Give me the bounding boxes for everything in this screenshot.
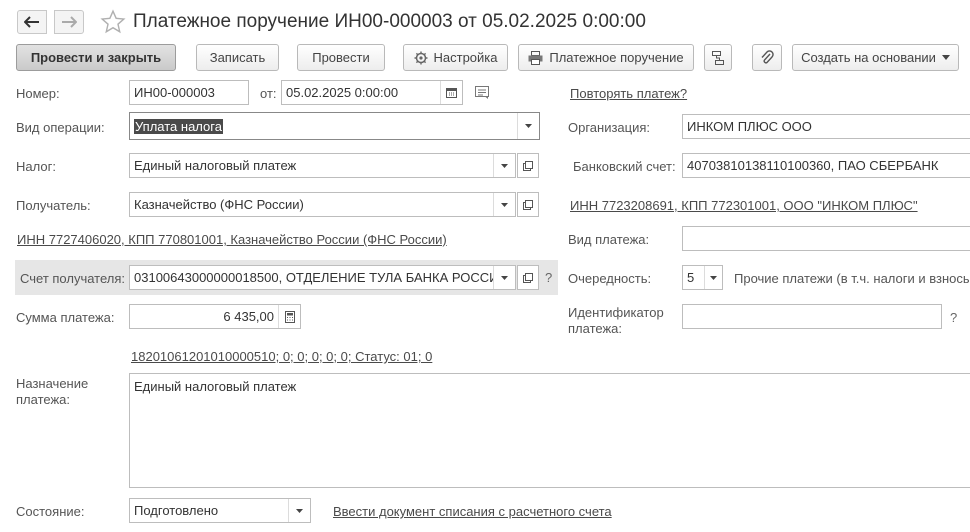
purpose-label-line2: платежа: [16,392,70,407]
post-button[interactable]: Провести [297,44,385,71]
dropdown-arrow-icon [941,55,950,60]
recipient-account-value: 03100643000000018500, ОТДЕЛЕНИЕ ТУЛА БАН… [134,270,493,285]
document-structure-icon [712,50,724,65]
enter-writeoff-document-link[interactable]: Ввести документ списания с расчетного сч… [333,504,612,519]
chevron-down-icon [501,202,508,207]
status-select[interactable]: Подготовлено [129,498,311,523]
settings-button[interactable]: Настройка [403,44,508,71]
recipient-inn-link[interactable]: ИНН 7727406020, КПП 770801001, Казначейс… [17,232,447,247]
payment-id-label-line1: Идентификатор [568,305,664,320]
calendar-icon [446,88,457,98]
operation-type-dropdown[interactable] [517,113,539,139]
chevron-down-icon [296,508,303,513]
operation-type-value: Уплата налога [134,118,223,134]
amount-field[interactable]: 6 435,00 [129,304,301,329]
number-label: Номер: [16,86,60,101]
recipient-label: Получатель: [16,198,91,213]
payment-id-help-icon[interactable]: ? [950,310,957,325]
operation-type-select[interactable]: Уплата налога [129,112,540,140]
bank-account-value: 40703810138110100360, ПАО СБЕРБАНК [687,158,939,173]
amount-label: Сумма платежа: [16,310,115,325]
payment-id-label-line2: платежа: [568,321,622,336]
organization-value: ИНКОМ ПЛЮС ООО [687,119,812,134]
chevron-down-icon [501,275,508,280]
recipient-account-help-icon[interactable]: ? [545,270,552,285]
bank-account-label: Банковский счет: [573,159,676,174]
window-title: Платежное поручение ИН00-000003 от 05.02… [133,11,646,32]
date-value: 05.02.2025 0:00:00 [286,85,399,100]
purpose-textarea[interactable]: Единый налоговый платеж [129,373,970,488]
priority-value: 5 [687,270,695,285]
back-button[interactable] [17,10,47,34]
payment-id-field[interactable] [682,304,942,329]
tax-label: Налог: [16,159,56,174]
recipient-account-label: Счет получателя: [20,271,126,286]
number-field[interactable]: ИН00-000003 [129,80,249,105]
priority-label: Очередность: [568,271,652,286]
gear-icon [414,51,427,64]
recipient-value: Казначейство (ФНС России) [134,197,304,212]
open-window-icon [523,199,533,210]
printer-icon [528,50,543,65]
payment-type-field[interactable] [682,226,970,251]
chevron-down-icon [710,275,717,280]
comment-icon[interactable] [475,86,491,103]
save-button[interactable]: Записать [196,44,279,71]
create-based-on-label: Создать на основании [801,50,936,65]
operation-type-label: Вид операции: [16,120,105,135]
organization-label: Организация: [568,120,651,135]
recipient-select[interactable]: Казначейство (ФНС России) [129,192,516,217]
arrow-right-icon [62,16,77,28]
paperclip-icon [761,49,774,63]
recipient-account-open-button[interactable] [517,265,539,290]
create-based-on-button[interactable]: Создать на основании [792,44,959,71]
recipient-account-select[interactable]: 03100643000000018500, ОТДЕЛЕНИЕ ТУЛА БАН… [129,265,516,290]
kbk-details-link[interactable]: 18201061201010000510; 0; 0; 0; 0; 0; Ста… [131,349,432,364]
post-and-close-button[interactable]: Провести и закрыть [16,44,176,71]
settings-label: Настройка [433,50,498,65]
amount-value: 6 435,00 [223,309,274,324]
number-value: ИН00-000003 [134,85,215,100]
open-window-icon [523,272,533,283]
recipient-account-dropdown[interactable] [493,266,515,289]
status-label: Состояние: [16,504,85,519]
tax-value: Единый налоговый платеж [134,158,297,173]
date-field[interactable]: 05.02.2025 0:00:00 [281,80,463,105]
priority-dropdown[interactable] [704,266,722,289]
recipient-dropdown[interactable] [493,193,515,216]
tax-open-button[interactable] [517,153,539,178]
arrow-left-icon [24,16,39,28]
recipient-open-button[interactable] [517,192,539,217]
chevron-down-icon [501,163,508,168]
chevron-down-icon [525,124,532,128]
tax-dropdown[interactable] [493,154,515,177]
attach-file-button[interactable] [752,44,782,71]
favorite-star-icon[interactable] [100,9,126,38]
structure-button[interactable] [704,44,732,71]
priority-description: Прочие платежи (в т.ч. налоги и взносы) [734,271,970,286]
repeat-payment-link[interactable]: Повторять платеж? [570,86,687,101]
purpose-value: Единый налоговый платеж [134,379,297,394]
calendar-button[interactable] [440,81,462,104]
bank-account-field[interactable]: 40703810138110100360, ПАО СБЕРБАНК [682,153,970,178]
organization-field[interactable]: ИНКОМ ПЛЮС ООО [682,114,970,139]
open-window-icon [523,160,533,171]
payment-type-label: Вид платежа: [568,232,650,247]
priority-select[interactable]: 5 [682,265,723,290]
tax-select[interactable]: Единый налоговый платеж [129,153,516,178]
calculator-button[interactable] [278,305,300,328]
status-dropdown[interactable] [288,499,310,522]
print-payment-order-button[interactable]: Платежное поручение [518,44,694,71]
date-label: от: [260,86,277,101]
status-value: Подготовлено [134,503,219,518]
organization-inn-link[interactable]: ИНН 7723208691, КПП 772301001, ООО "ИНКО… [570,198,918,213]
calculator-icon [284,310,295,323]
purpose-label-line1: Назначение [16,376,89,391]
forward-button[interactable] [54,10,84,34]
print-payment-order-label: Платежное поручение [549,50,684,65]
